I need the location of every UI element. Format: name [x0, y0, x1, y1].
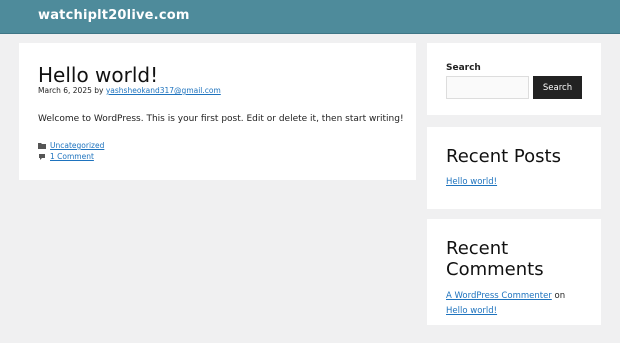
- recent-comment-item: A WordPress Commenter on Hello world!: [446, 289, 596, 319]
- post-footer: Uncategorized 1 Comment: [38, 140, 104, 162]
- recent-posts-title: Recent Posts: [446, 146, 561, 167]
- site-title-link[interactable]: watchiplt20live.com: [38, 8, 190, 23]
- post-meta: March 6, 2025 by yashsheokand317@gmail.c…: [38, 86, 221, 95]
- post-card: Hello world! March 6, 2025 by yashsheoka…: [19, 43, 416, 180]
- post-comments-line: 1 Comment: [38, 151, 104, 162]
- post-author-link[interactable]: yashsheokand317@gmail.com: [106, 86, 221, 95]
- post-title[interactable]: Hello world!: [38, 63, 158, 87]
- comment-author-link[interactable]: A WordPress Commenter: [446, 291, 552, 301]
- recent-comments-widget: Recent Comments A WordPress Commenter on…: [427, 219, 601, 325]
- post-comments-link[interactable]: 1 Comment: [50, 152, 94, 161]
- site-header: watchiplt20live.com: [0, 0, 620, 34]
- recent-posts-widget: Recent Posts Hello world!: [427, 127, 601, 209]
- post-date[interactable]: March 6, 2025: [38, 86, 92, 95]
- post-by-label: by: [94, 86, 104, 95]
- comment-post-link[interactable]: Hello world!: [446, 306, 497, 316]
- folder-icon: [38, 142, 46, 150]
- recent-comments-title: Recent Comments: [446, 238, 544, 280]
- post-category-line: Uncategorized: [38, 140, 104, 151]
- search-label: Search: [446, 63, 481, 73]
- post-content: Welcome to WordPress. This is your first…: [38, 114, 404, 124]
- search-button[interactable]: Search: [533, 76, 582, 99]
- search-widget: Search Search: [427, 43, 601, 115]
- recent-post-link[interactable]: Hello world!: [446, 177, 497, 187]
- post-category-link[interactable]: Uncategorized: [50, 141, 104, 150]
- comment-on-label: on: [554, 291, 566, 301]
- comment-icon: [38, 153, 46, 161]
- search-input[interactable]: [446, 76, 529, 99]
